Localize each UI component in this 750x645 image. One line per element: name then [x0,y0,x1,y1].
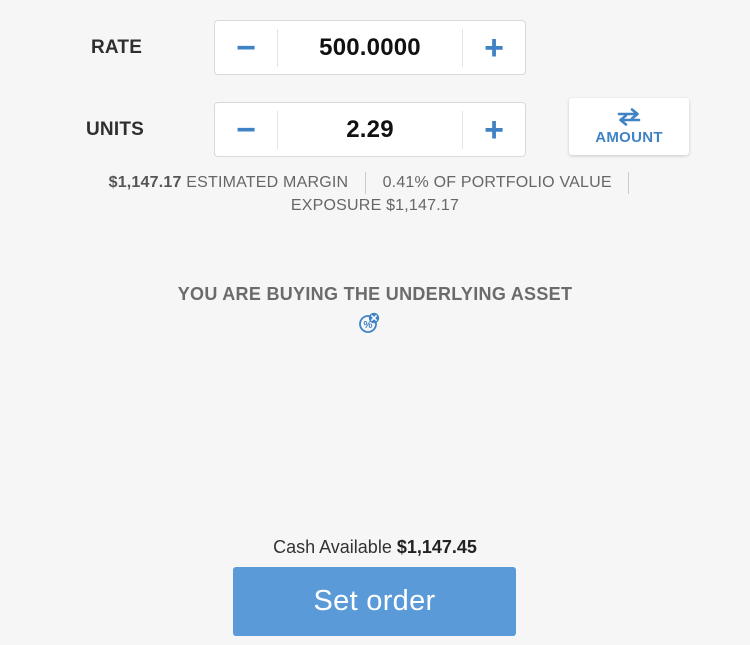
cash-available-value: $1,147.45 [396,537,477,557]
cash-available-label: Cash Available [273,537,392,557]
exposure-info: EXPOSURE $1,147.17 [290,197,460,214]
units-decrement-button[interactable]: − [215,103,277,156]
estimated-margin-value: $1,147.17 [108,174,182,192]
estimated-margin-label: ESTIMATED MARGIN [186,174,349,192]
divider [364,172,366,194]
rate-stepper: − 500.0000 + [214,20,526,75]
rate-increment-button[interactable]: + [463,21,525,74]
cash-available: Cash Available $1,147.45 [0,537,750,558]
underlying-asset-message: YOU ARE BUYING THE UNDERLYING ASSET [177,284,573,304]
set-order-button[interactable]: Set order [233,567,516,636]
amount-toggle-label: AMOUNT [595,128,663,146]
rate-decrement-button[interactable]: − [215,21,277,74]
units-increment-button[interactable]: + [463,103,525,156]
no-leverage-percent-icon[interactable]: % [358,312,380,334]
portfolio-percent: 0.41% OF PORTFOLIO VALUE [382,174,612,192]
divider [628,172,630,194]
amount-toggle-button[interactable]: AMOUNT [569,98,689,155]
margin-info: $1,147.17 ESTIMATED MARGIN 0.41% OF PORT… [0,172,750,194]
rate-label: RATE [91,37,143,58]
rate-value-input[interactable]: 500.0000 [278,34,462,62]
units-stepper: − 2.29 + [214,102,526,157]
units-value-input[interactable]: 2.29 [278,116,462,144]
units-label: UNITS [86,119,144,140]
swap-arrows-icon [617,107,641,126]
